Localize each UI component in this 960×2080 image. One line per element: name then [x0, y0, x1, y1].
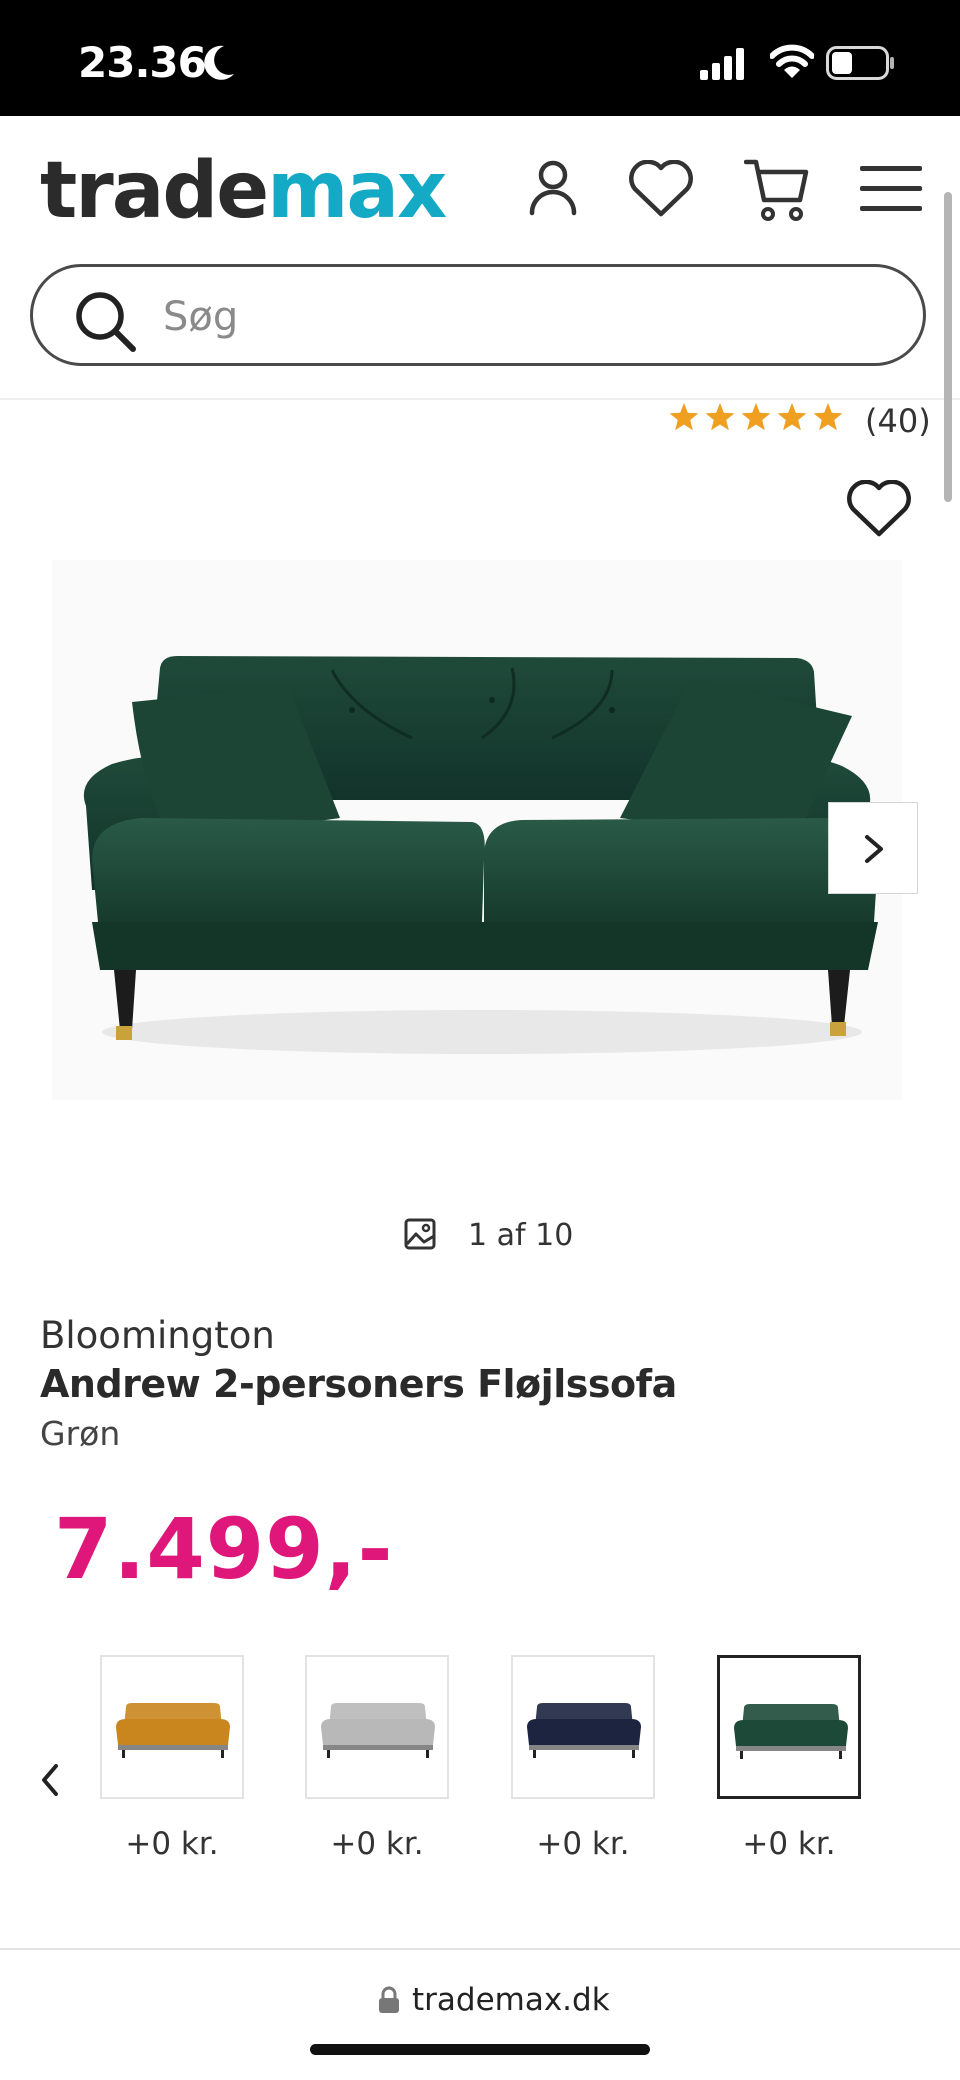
product-price: 7.499,- — [54, 1500, 394, 1598]
lock-icon — [379, 1986, 399, 2013]
variant-price: +0 kr. — [742, 1826, 836, 1862]
moon-icon — [204, 45, 234, 80]
star-filled — [705, 403, 735, 431]
url-text: trademax.dk — [412, 1982, 610, 2018]
sofa-thumbnail — [734, 1704, 848, 1759]
star-filled — [669, 403, 699, 431]
menu-hamburger-icon[interactable] — [860, 166, 922, 212]
status-time: 23.36 — [78, 38, 207, 87]
star-filled — [777, 403, 807, 431]
product-brand[interactable]: Bloomington — [40, 1314, 275, 1357]
chevron-right-icon — [865, 835, 883, 863]
color-variant-green[interactable] — [717, 1655, 861, 1799]
status-bar: 23.36 — [0, 0, 960, 116]
star-rating-icon — [669, 403, 843, 431]
color-variant-navy[interactable] — [511, 1655, 655, 1799]
variant-price: +0 kr. — [536, 1826, 630, 1862]
browser-address-bar[interactable]: trademax.dk — [0, 1948, 960, 2080]
sofa-thumbnail — [321, 1703, 435, 1758]
star-filled — [813, 403, 843, 431]
wifi-icon — [770, 44, 814, 78]
next-image-button[interactable] — [828, 802, 918, 894]
cart-icon[interactable] — [744, 156, 810, 224]
review-count[interactable]: (40) — [865, 402, 931, 440]
add-to-favorites-heart-icon[interactable] — [846, 480, 912, 538]
sofa-thumbnail — [527, 1703, 641, 1758]
home-indicator[interactable] — [310, 2044, 650, 2055]
color-variant-grey[interactable] — [305, 1655, 449, 1799]
variant-price: +0 kr. — [330, 1826, 424, 1862]
search-icon — [76, 292, 136, 352]
battery-icon — [826, 46, 894, 80]
product-image-sofa[interactable] — [52, 560, 902, 1100]
image-counter-text: 1 af 10 — [468, 1218, 574, 1253]
search-bar[interactable] — [30, 264, 926, 366]
variant-price: +0 kr. — [125, 1826, 219, 1862]
page-scrollbar[interactable] — [944, 192, 952, 502]
image-gallery-icon — [404, 1218, 436, 1250]
account-icon[interactable] — [528, 158, 578, 218]
chevron-left-icon[interactable] — [38, 1762, 62, 1798]
cellular-signal-icon — [700, 48, 744, 80]
search-input[interactable] — [161, 289, 865, 345]
product-color: Grøn — [40, 1414, 121, 1453]
trademax-logo[interactable]: trademax — [40, 146, 447, 236]
wishlist-heart-icon[interactable] — [628, 160, 694, 218]
sofa-thumbnail — [116, 1703, 230, 1758]
rating-stars[interactable] — [668, 396, 848, 440]
product-title: Andrew 2-personers Fløjlssofa — [40, 1362, 677, 1406]
color-variant-orange[interactable] — [100, 1655, 244, 1799]
star-filled — [741, 403, 771, 431]
